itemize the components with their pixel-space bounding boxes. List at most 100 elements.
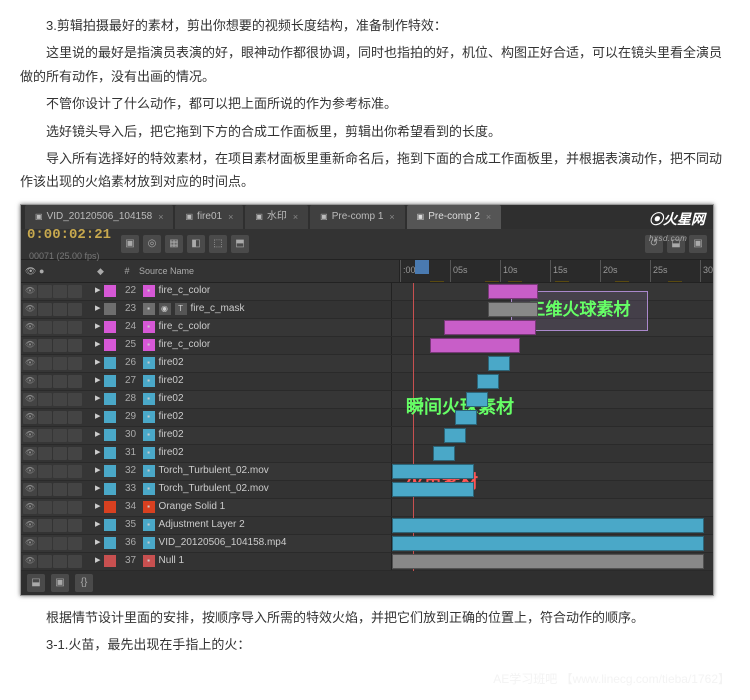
- layer-track[interactable]: [392, 319, 713, 336]
- solo-toggle[interactable]: [38, 537, 52, 550]
- visibility-toggle[interactable]: [23, 555, 37, 568]
- shy-toggle[interactable]: [68, 375, 82, 388]
- solo-toggle[interactable]: [38, 375, 52, 388]
- solo-toggle[interactable]: [38, 285, 52, 298]
- lock-toggle[interactable]: [53, 285, 67, 298]
- timeline-clip[interactable]: [392, 554, 704, 569]
- layer-row[interactable]: ▸24▪fire_c_color: [21, 319, 713, 337]
- layer-row[interactable]: ▸29▪fire02: [21, 409, 713, 427]
- solo-toggle[interactable]: [38, 519, 52, 532]
- lock-toggle[interactable]: [53, 555, 67, 568]
- layer-track[interactable]: [392, 301, 713, 318]
- layer-track[interactable]: [392, 391, 713, 408]
- shy-toggle[interactable]: [68, 303, 82, 316]
- layer-row[interactable]: ▸30▪fire02: [21, 427, 713, 445]
- layer-row[interactable]: ▸32▪Torch_Turbulent_02.mov: [21, 463, 713, 481]
- lock-toggle[interactable]: [53, 447, 67, 460]
- label-color[interactable]: [104, 465, 116, 477]
- comp-tab[interactable]: ▣fire01×: [175, 205, 243, 229]
- label-color[interactable]: [104, 303, 116, 315]
- lock-toggle[interactable]: [53, 519, 67, 532]
- comp-marker[interactable]: 1: [555, 281, 569, 282]
- timeline-clip[interactable]: [455, 410, 477, 425]
- comp-tab[interactable]: ▣VID_20120506_104158×: [25, 205, 173, 229]
- layer-track[interactable]: [392, 517, 713, 534]
- layer-row[interactable]: ▸33▪Torch_Turbulent_02.mov: [21, 481, 713, 499]
- timeline-clip[interactable]: [392, 536, 704, 551]
- label-color[interactable]: [104, 339, 116, 351]
- shy-toggle[interactable]: [68, 339, 82, 352]
- layer-row[interactable]: ▸31▪fire02: [21, 445, 713, 463]
- tool-icon[interactable]: ▦: [165, 235, 183, 253]
- label-color[interactable]: [104, 519, 116, 531]
- solo-toggle[interactable]: [38, 429, 52, 442]
- lock-toggle[interactable]: [53, 537, 67, 550]
- shy-toggle[interactable]: [68, 537, 82, 550]
- lock-toggle[interactable]: [53, 321, 67, 334]
- lock-toggle[interactable]: [53, 501, 67, 514]
- label-color[interactable]: [104, 447, 116, 459]
- shy-toggle[interactable]: [68, 447, 82, 460]
- time-ruler[interactable]: :00s05s10s15s20s25s30s: [400, 260, 713, 282]
- layer-track[interactable]: [392, 553, 713, 570]
- tool-icon[interactable]: ◎: [143, 235, 161, 253]
- visibility-toggle[interactable]: [23, 519, 37, 532]
- layer-track[interactable]: [392, 535, 713, 552]
- expand-icon[interactable]: ▸: [95, 281, 101, 301]
- playhead-icon[interactable]: [415, 260, 429, 274]
- expand-icon[interactable]: ▸: [95, 551, 101, 571]
- lock-toggle[interactable]: [53, 303, 67, 316]
- timeline-clip[interactable]: [466, 392, 488, 407]
- layer-row[interactable]: ▸22▪fire_c_color: [21, 283, 713, 301]
- comp-marker[interactable]: 1: [668, 281, 682, 282]
- visibility-toggle[interactable]: [23, 429, 37, 442]
- expand-icon[interactable]: ▸: [95, 443, 101, 463]
- shy-toggle[interactable]: [68, 321, 82, 334]
- expand-icon[interactable]: ▸: [95, 425, 101, 445]
- expand-icon[interactable]: ▸: [95, 533, 101, 553]
- shy-toggle[interactable]: [68, 411, 82, 424]
- visibility-toggle[interactable]: [23, 375, 37, 388]
- comp-marker[interactable]: 2: [485, 281, 499, 282]
- shy-toggle[interactable]: [68, 285, 82, 298]
- label-color[interactable]: [104, 285, 116, 297]
- visibility-toggle[interactable]: [23, 501, 37, 514]
- solo-toggle[interactable]: [38, 411, 52, 424]
- timeline-clip[interactable]: [430, 338, 520, 353]
- shy-toggle[interactable]: [68, 357, 82, 370]
- timeline-clip[interactable]: [444, 428, 466, 443]
- label-color[interactable]: [104, 321, 116, 333]
- layer-name[interactable]: ▪fire02: [143, 408, 184, 426]
- layer-track[interactable]: [392, 499, 713, 516]
- toggle-switches-icon[interactable]: ⬓: [27, 574, 45, 592]
- layer-track[interactable]: [392, 283, 713, 300]
- layer-track[interactable]: [392, 427, 713, 444]
- layer-name[interactable]: ▪fire_c_color: [143, 318, 211, 336]
- timeline-clip[interactable]: [392, 482, 474, 497]
- timeline-clip[interactable]: [477, 374, 499, 389]
- visibility-toggle[interactable]: [23, 447, 37, 460]
- solo-toggle[interactable]: [38, 483, 52, 496]
- layer-name[interactable]: ▪◉Tfire_c_mask: [143, 300, 245, 318]
- braces-icon[interactable]: {}: [75, 574, 93, 592]
- solo-toggle[interactable]: [38, 555, 52, 568]
- visibility-toggle[interactable]: [23, 303, 37, 316]
- solo-toggle[interactable]: [38, 339, 52, 352]
- label-color[interactable]: [104, 537, 116, 549]
- timeline-clip[interactable]: [488, 356, 510, 371]
- lock-toggle[interactable]: [53, 393, 67, 406]
- expand-icon[interactable]: ▸: [95, 497, 101, 517]
- expand-icon[interactable]: ▸: [95, 317, 101, 337]
- layer-row[interactable]: ▸23▪◉Tfire_c_mask: [21, 301, 713, 319]
- layer-name[interactable]: ▪Adjustment Layer 2: [143, 516, 245, 534]
- header-source-name[interactable]: Source Name: [139, 263, 395, 279]
- shy-toggle[interactable]: [68, 483, 82, 496]
- visibility-toggle[interactable]: [23, 411, 37, 424]
- layer-track[interactable]: [392, 337, 713, 354]
- comp-tab[interactable]: ▣Pre-comp 2×: [407, 205, 502, 229]
- layer-name[interactable]: ▪Null 1: [143, 552, 185, 570]
- expand-icon[interactable]: ▸: [95, 299, 101, 319]
- timeline-clip[interactable]: [433, 446, 455, 461]
- solo-toggle[interactable]: [38, 303, 52, 316]
- layer-row[interactable]: ▸26▪fire02: [21, 355, 713, 373]
